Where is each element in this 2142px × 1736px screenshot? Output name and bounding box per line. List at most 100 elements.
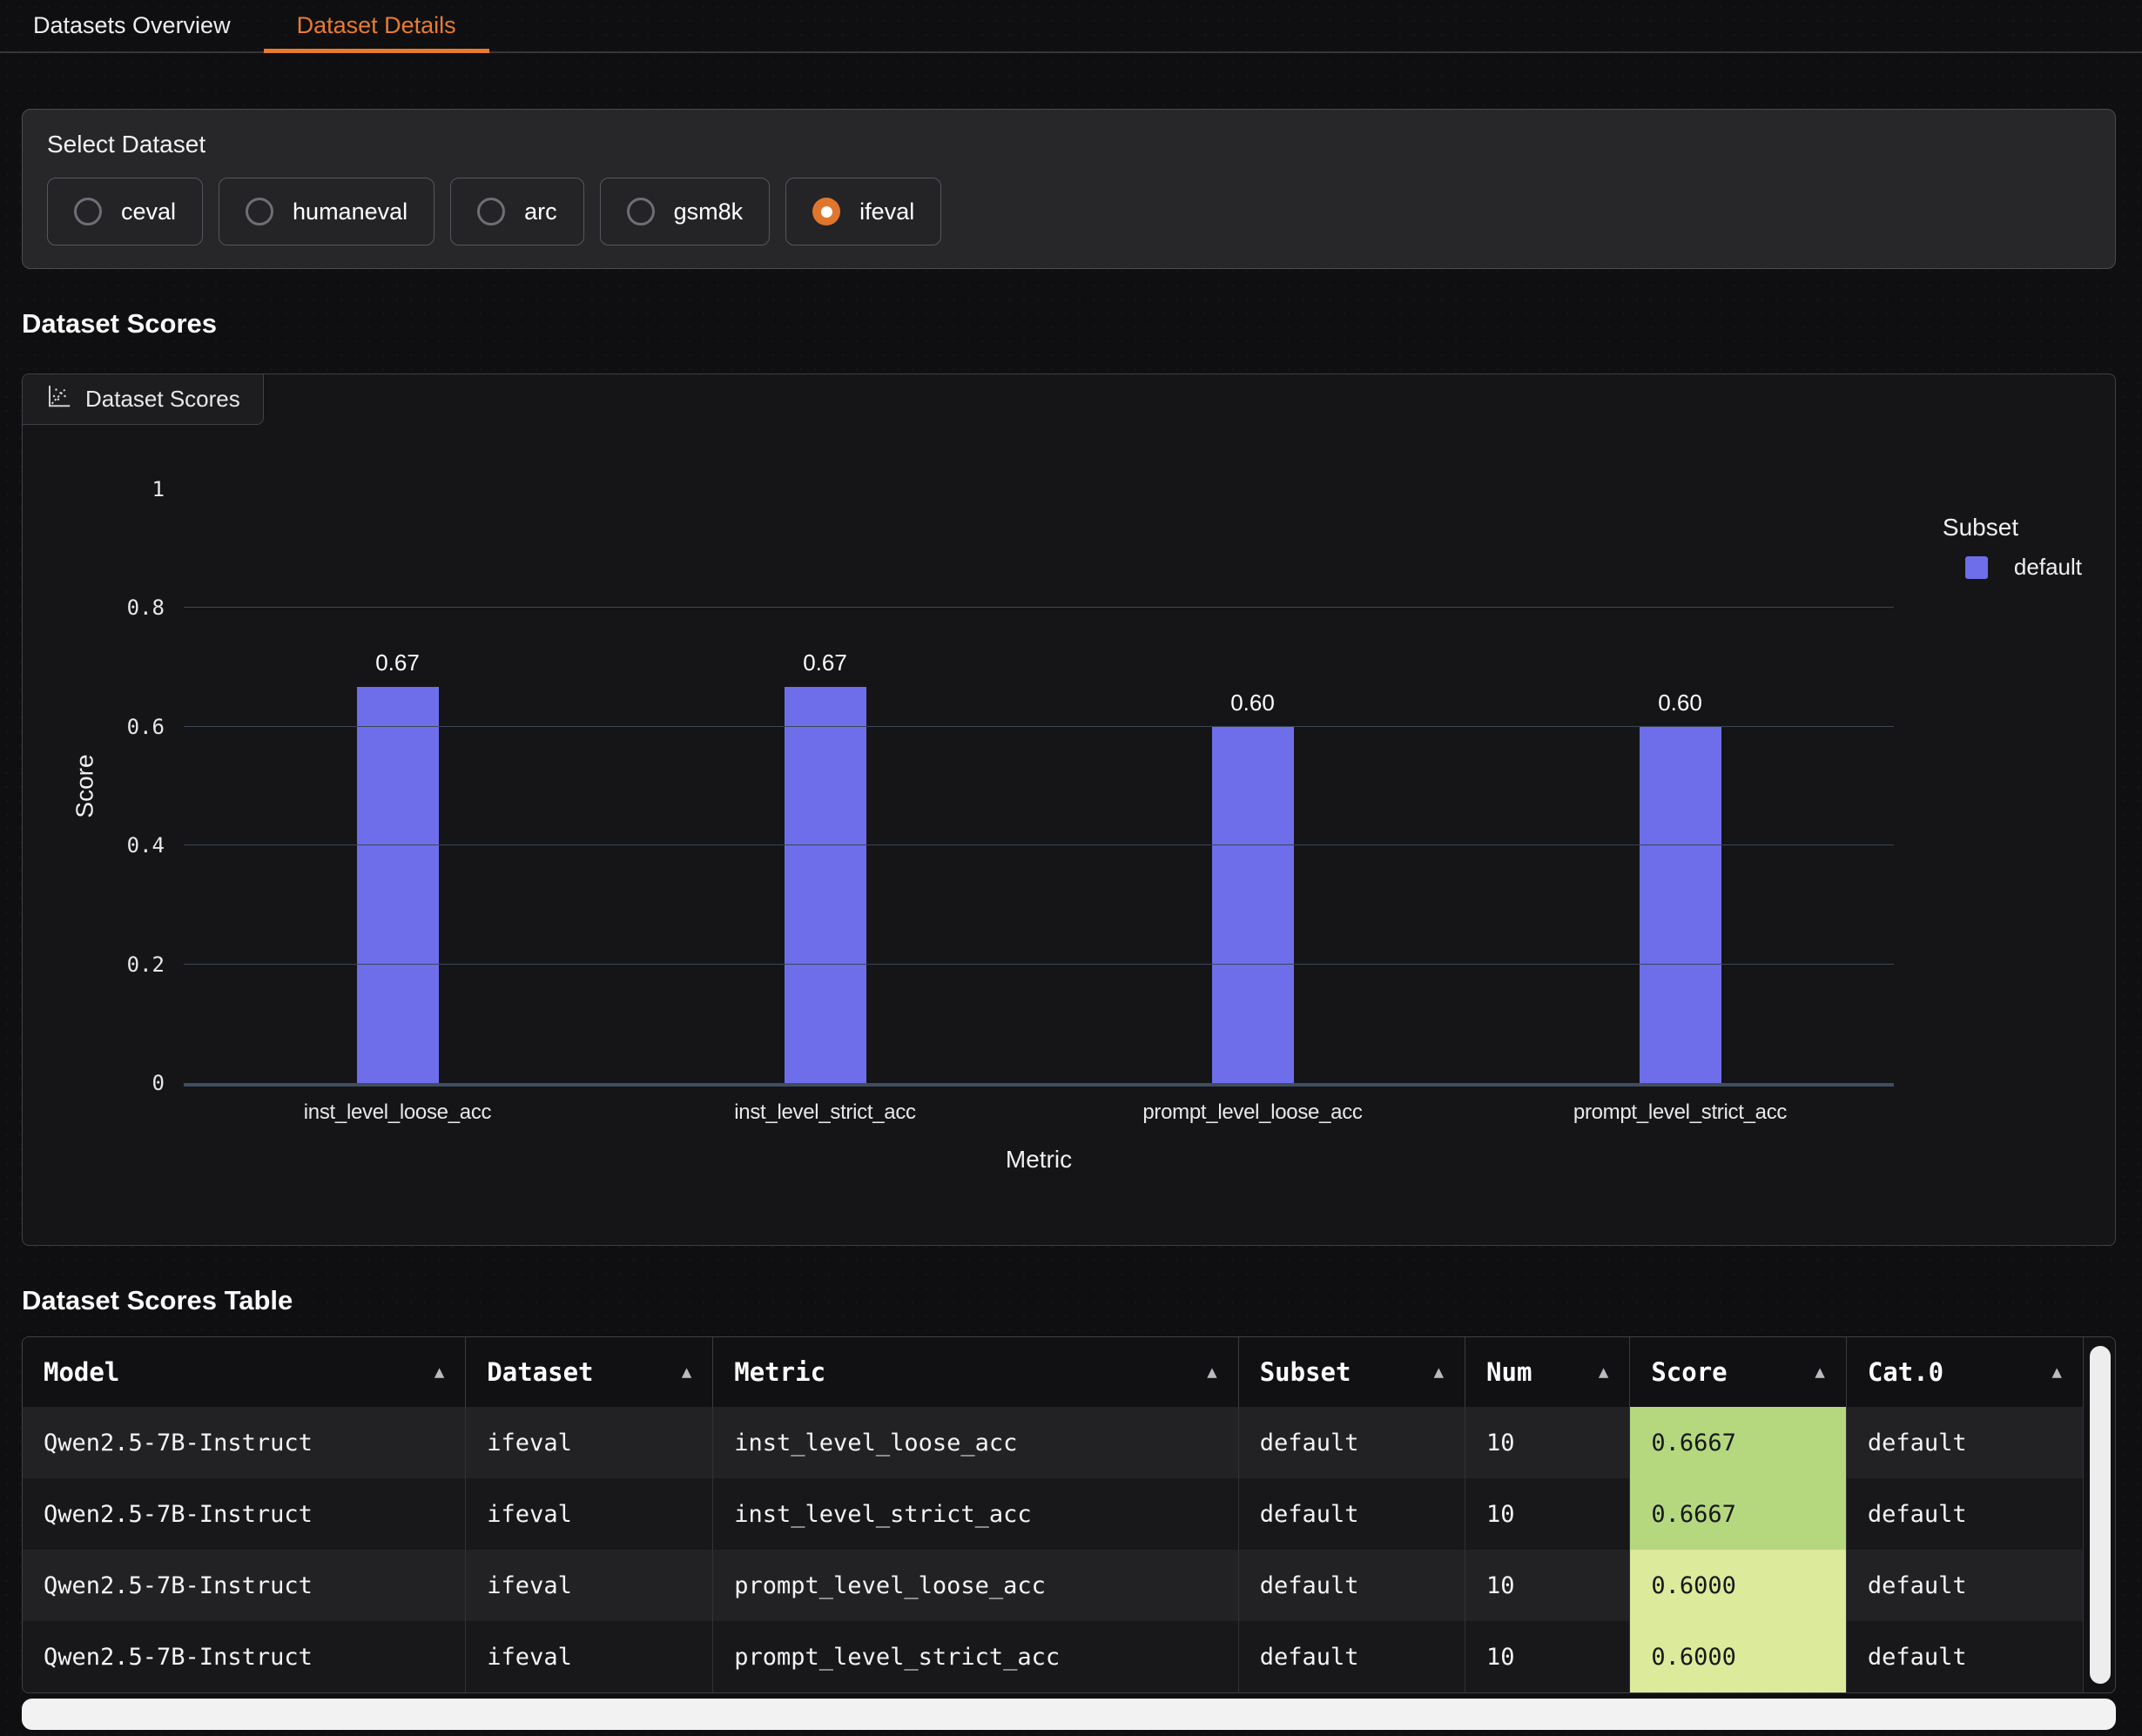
table-cell: Qwen2.5-7B-Instruct [23, 1621, 466, 1692]
radio-label: ceval [121, 198, 176, 225]
top-tab-bar: Datasets Overview Dataset Details [0, 0, 2142, 53]
legend-item-default[interactable]: default [1965, 554, 2082, 581]
dataset-radio-ceval[interactable]: ceval [47, 178, 203, 246]
bar-value-label: 0.60 [1230, 690, 1275, 717]
gridline [184, 964, 1894, 965]
bar-inst_level_strict_acc [785, 687, 866, 1083]
table-vertical-scrollbar[interactable] [2090, 1346, 2111, 1684]
x-tick-label: prompt_level_loose_acc [1039, 1100, 1466, 1125]
radio-selected-icon [812, 198, 840, 225]
bar-value-label: 0.67 [375, 649, 420, 676]
table-row: Qwen2.5-7B-Instructifevalprompt_level_lo… [23, 1550, 2084, 1621]
sort-arrow-icon[interactable]: ▲ [1207, 1363, 1216, 1382]
dataset-scores-chart-panel: Dataset Scores Score 0.670.670.600.60 00… [22, 373, 2116, 1246]
chart-body: Score 0.670.670.600.60 00.20.40.60.81 in… [23, 374, 2115, 1245]
legend-item-label: default [2014, 554, 2082, 581]
sort-arrow-icon[interactable]: ▲ [434, 1363, 444, 1382]
table-cell: Qwen2.5-7B-Instruct [23, 1407, 466, 1478]
radio-unselected-icon [627, 198, 655, 225]
table-cell: default [1846, 1407, 2083, 1478]
tab-dataset-details[interactable]: Dataset Details [264, 5, 489, 51]
y-tick-label: 0 [152, 1071, 165, 1095]
x-tick-label: prompt_level_strict_acc [1466, 1100, 1894, 1125]
app-root: Datasets Overview Dataset Details Select… [0, 0, 2142, 1736]
column-header-score[interactable]: Score▲ [1630, 1337, 1846, 1407]
table-cell: 0.6667 [1630, 1407, 1846, 1478]
scores-table: Model▲Dataset▲Metric▲Subset▲Num▲Score▲Ca… [23, 1337, 2084, 1692]
y-tick-label: 0.8 [127, 595, 165, 620]
sort-arrow-icon[interactable]: ▲ [1599, 1363, 1608, 1382]
table-cell: default [1238, 1478, 1465, 1550]
radio-label: ifeval [859, 198, 914, 225]
table-row: Qwen2.5-7B-Instructifevalinst_level_loos… [23, 1407, 2084, 1478]
sort-arrow-icon[interactable]: ▲ [682, 1363, 691, 1382]
legend-title: Subset [1943, 514, 2082, 542]
bar-value-label: 0.67 [803, 649, 847, 676]
column-header-model[interactable]: Model▲ [23, 1337, 466, 1407]
dataset-radio-arc[interactable]: arc [450, 178, 584, 246]
gridline [184, 844, 1894, 845]
table-cell: Qwen2.5-7B-Instruct [23, 1550, 466, 1621]
page-content: Select Dataset ceval humaneval arc gsm8k ife… [0, 109, 2142, 1730]
column-header-label: Num [1486, 1357, 1532, 1387]
tab-datasets-overview[interactable]: Datasets Overview [0, 5, 264, 51]
bar-slot: 0.60 [1466, 489, 1894, 1083]
column-header-label: Dataset [487, 1357, 593, 1387]
bar-inst_level_loose_acc [357, 687, 439, 1083]
table-cell: inst_level_loose_acc [713, 1407, 1238, 1478]
x-tick-label: inst_level_loose_acc [184, 1100, 611, 1125]
column-header-num[interactable]: Num ▲ [1465, 1337, 1630, 1407]
dataset-radio-group: ceval humaneval arc gsm8k ifeval [47, 178, 2091, 246]
y-tick-label: 0.6 [127, 715, 165, 739]
table-horizontal-scrollbar[interactable] [22, 1699, 2116, 1730]
chart-legend: Subset default [1943, 514, 2082, 581]
column-header-dataset[interactable]: Dataset ▲ [466, 1337, 713, 1407]
x-axis-title: Metric [184, 1146, 1894, 1174]
bar-slot: 0.67 [611, 489, 1039, 1083]
column-header-subset[interactable]: Subset ▲ [1238, 1337, 1465, 1407]
table-cell: 10 [1465, 1621, 1630, 1692]
dataset-radio-humaneval[interactable]: humaneval [219, 178, 434, 246]
sort-arrow-icon[interactable]: ▲ [1434, 1363, 1444, 1382]
sort-arrow-icon[interactable]: ▲ [1815, 1363, 1824, 1382]
x-tick-label: inst_level_strict_acc [611, 1100, 1039, 1125]
table-cell: default [1846, 1478, 2083, 1550]
gridline [184, 607, 1894, 608]
radio-unselected-icon [246, 198, 273, 225]
table-cell: Qwen2.5-7B-Instruct [23, 1478, 466, 1550]
x-axis-labels: inst_level_loose_accinst_level_strict_ac… [184, 1100, 1894, 1125]
table-cell: 10 [1465, 1407, 1630, 1478]
column-header-cat-0[interactable]: Cat.0 ▲ [1846, 1337, 2083, 1407]
table-cell: default [1238, 1550, 1465, 1621]
table-cell: 0.6000 [1630, 1550, 1846, 1621]
bar-value-label: 0.60 [1658, 690, 1702, 717]
select-dataset-panel: Select Dataset ceval humaneval arc gsm8k ife… [22, 109, 2116, 269]
select-dataset-title: Select Dataset [47, 131, 2091, 158]
dataset-scores-table: Model▲Dataset▲Metric▲Subset▲Num▲Score▲Ca… [22, 1336, 2116, 1693]
bar-prompt_level_loose_acc [1212, 727, 1294, 1083]
table-cell: default [1238, 1407, 1465, 1478]
dataset-radio-gsm8k[interactable]: gsm8k [600, 178, 771, 246]
column-header-label: Metric [734, 1357, 825, 1387]
bar-prompt_level_strict_acc [1640, 727, 1721, 1083]
legend-swatch-icon [1965, 556, 1988, 579]
column-header-label: Cat.0 [1868, 1357, 1943, 1387]
radio-unselected-icon [74, 198, 102, 225]
column-header-label: Subset [1260, 1357, 1351, 1387]
column-header-metric[interactable]: Metric ▲ [713, 1337, 1238, 1407]
table-cell: default [1846, 1621, 2083, 1692]
table-row: Qwen2.5-7B-Instructifevalprompt_level_st… [23, 1621, 2084, 1692]
y-tick-label: 0.2 [127, 952, 165, 977]
table-cell: ifeval [466, 1407, 713, 1478]
table-cell: inst_level_strict_acc [713, 1478, 1238, 1550]
bar-slot: 0.67 [184, 489, 611, 1083]
dataset-radio-ifeval[interactable]: ifeval [785, 178, 941, 246]
bar-slot: 0.60 [1039, 489, 1466, 1083]
table-cell: ifeval [466, 1621, 713, 1692]
plot-area: Score 0.670.670.600.60 00.20.40.60.81 [184, 489, 1894, 1087]
sort-arrow-icon[interactable]: ▲ [2052, 1363, 2062, 1382]
table-cell: ifeval [466, 1478, 713, 1550]
y-axis-title: Score [71, 754, 99, 818]
gridline [184, 726, 1894, 727]
radio-label: arc [524, 198, 557, 225]
